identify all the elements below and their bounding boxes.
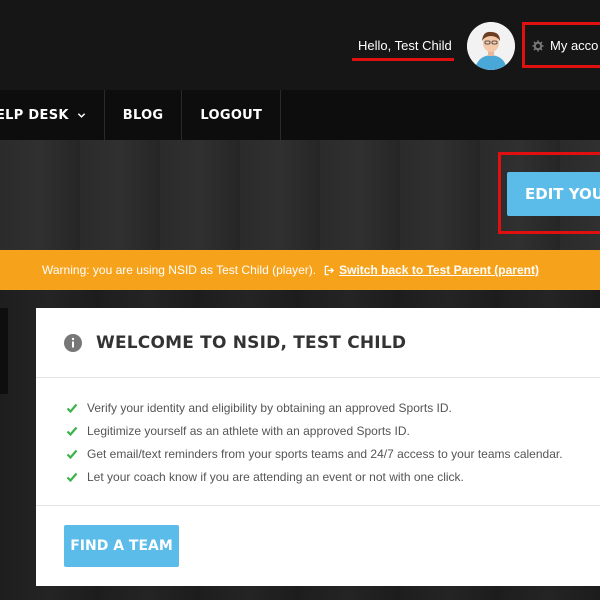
- welcome-card-header: WELCOME TO NSID, TEST CHILD: [36, 308, 600, 378]
- avatar[interactable]: [467, 22, 515, 70]
- list-item-text: Verify your identity and eligibility by …: [87, 400, 452, 415]
- list-item: Let your coach know if you are attending…: [66, 465, 563, 488]
- list-item-text: Let your coach know if you are attending…: [87, 469, 464, 484]
- gear-icon: [532, 40, 544, 51]
- nav-item-help-desk[interactable]: ELP DESK: [0, 90, 105, 140]
- nav-item-label: BLOG: [122, 107, 164, 123]
- switch-back-label: Switch back to Test Parent (parent): [339, 263, 539, 277]
- benefits-list: Verify your identity and eligibility by …: [66, 396, 563, 488]
- divider: [36, 505, 600, 506]
- user-avatar-icon: [467, 22, 515, 70]
- find-a-team-button[interactable]: FIND A TEAM: [64, 525, 179, 567]
- check-icon: [66, 403, 78, 413]
- switch-back-link[interactable]: Switch back to Test Parent (parent): [324, 263, 539, 277]
- side-panel: [0, 308, 8, 394]
- chevron-down-icon: [77, 112, 85, 118]
- check-icon: [66, 472, 78, 482]
- check-icon: [66, 426, 78, 436]
- warning-text: Warning: you are using NSID as Test Chil…: [42, 263, 317, 277]
- edit-profile-button[interactable]: EDIT YOUR P: [507, 172, 600, 216]
- list-item: Verify your identity and eligibility by …: [66, 396, 563, 419]
- info-icon: [64, 333, 82, 352]
- account-label: My acco: [550, 38, 599, 53]
- greeting-text: Hello, Test Child: [358, 38, 452, 53]
- list-item: Legitimize yourself as an athlete with a…: [66, 419, 563, 442]
- impersonation-warning-bar: Warning: you are using NSID as Test Chil…: [0, 250, 600, 290]
- welcome-title: WELCOME TO NSID, TEST CHILD: [96, 332, 407, 353]
- welcome-card: WELCOME TO NSID, TEST CHILD Verify your …: [36, 308, 600, 586]
- greeting-highlight-underline: [352, 58, 454, 61]
- nav-item-logout[interactable]: LOGOUT: [182, 90, 282, 140]
- nav-item-label: LOGOUT: [200, 107, 263, 123]
- list-item-text: Get email/text reminders from your sport…: [87, 446, 563, 461]
- nav-item-label: ELP DESK: [0, 107, 69, 123]
- list-item: Get email/text reminders from your sport…: [66, 442, 563, 465]
- sign-out-icon: [324, 265, 335, 275]
- my-account-link[interactable]: My acco: [532, 38, 598, 53]
- list-item-text: Legitimize yourself as an athlete with a…: [87, 423, 410, 438]
- check-icon: [66, 449, 78, 459]
- nav-item-blog[interactable]: BLOG: [105, 90, 183, 140]
- main-nav: ELP DESK BLOG LOGOUT: [0, 90, 600, 140]
